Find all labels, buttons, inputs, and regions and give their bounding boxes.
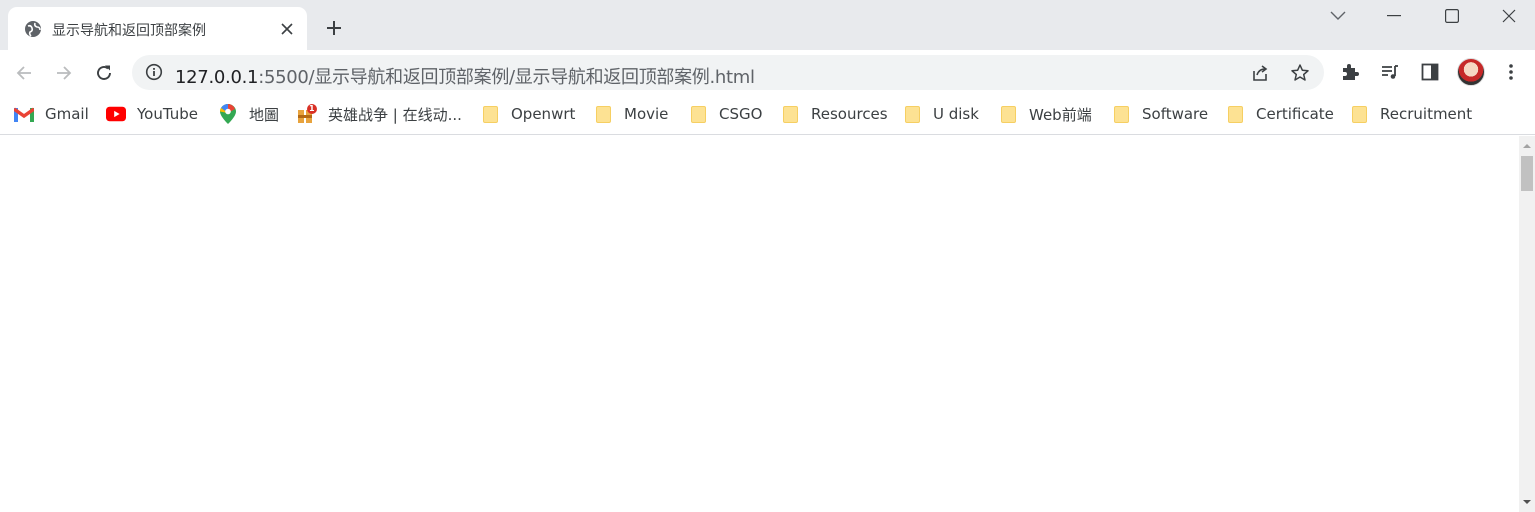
scroll-up-arrow-icon[interactable] [1523,142,1531,150]
bookmark-label: 地圖 [249,105,280,124]
address-bar[interactable]: 127.0.0.1:5500/显示导航和返回顶部案例/显示导航和返回顶部案例.h… [132,55,1324,90]
minimize-icon [1387,15,1401,17]
new-tab-button[interactable] [322,16,346,40]
chevron-down-icon [1330,11,1346,20]
tab-strip: 显示导航和返回顶部案例 [0,0,1535,50]
vertical-scrollbar[interactable] [1519,136,1535,512]
browser-tab[interactable]: 显示导航和返回顶部案例 [8,7,307,50]
minimize-button[interactable] [1384,6,1404,26]
plus-icon [327,21,341,35]
bookmark-label: Software [1142,105,1209,123]
tab-close-button[interactable] [278,20,296,38]
globe-icon [25,21,41,37]
bookmark-label: Web前端 [1029,105,1092,124]
bookmark-maps[interactable]: 地圖 [218,103,279,125]
tab-search-button[interactable] [1328,6,1348,26]
folder-icon [1111,105,1131,123]
bookmark-folder-csgo[interactable]: CSGO [688,103,762,125]
close-icon [281,23,293,35]
side-panel-icon [1421,63,1439,81]
bookmark-folder-web[interactable]: Web前端 [998,103,1092,125]
notification-badge: 1 [309,104,315,113]
folder-icon [1349,105,1369,123]
bookmark-label: U disk [933,105,979,123]
bookmark-label: YouTube [137,105,198,123]
bookmark-folder-certificate[interactable]: Certificate [1225,103,1334,125]
star-icon[interactable] [1290,63,1310,83]
close-icon [1502,9,1516,23]
puzzle-icon [1343,64,1359,80]
bookmark-game[interactable]: 1 英雄战争 | 在线动... [297,103,462,125]
menu-button[interactable] [1500,61,1522,83]
bookmark-youtube[interactable]: YouTube [106,103,198,125]
bookmark-label: 英雄战争 | 在线动... [328,105,462,124]
reload-button[interactable] [92,61,116,85]
bookmark-folder-resources[interactable]: Resources [780,103,888,125]
arrow-left-icon [16,66,31,80]
bookmark-gmail[interactable]: Gmail [14,103,89,125]
reload-icon [97,65,111,80]
game-icon: 1 [297,104,317,123]
url-path: :5500/显示导航和返回顶部案例/显示导航和返回顶部案例.html [258,67,755,88]
maps-icon [218,104,238,124]
share-icon[interactable] [1250,63,1270,83]
bookmark-label: Gmail [45,105,89,123]
url-text[interactable]: 127.0.0.1:5500/显示导航和返回顶部案例/显示导航和返回顶部案例.h… [175,63,755,89]
bookmark-folder-movie[interactable]: Movie [593,103,668,125]
gmail-icon [14,105,34,123]
bookmark-label: Openwrt [511,105,576,123]
bookmark-label: Movie [624,105,669,123]
info-icon[interactable] [145,63,163,81]
bookmark-folder-software[interactable]: Software [1111,103,1208,125]
more-vert-icon [1509,64,1513,80]
bookmark-folder-recruitment[interactable]: Recruitment [1349,103,1472,125]
tab-title: 显示导航和返回顶部案例 [52,23,206,39]
bookmarks-bar: Gmail YouTube 地圖 1 英雄战争 | 在线动... Openwrt… [0,96,1535,135]
folder-icon [902,105,922,123]
bookmark-label: Recruitment [1380,105,1473,123]
bookmark-label: CSGO [719,105,763,123]
folder-icon [780,105,800,123]
folder-icon [480,105,500,123]
bookmark-folder-udisk[interactable]: U disk [902,103,979,125]
page-viewport [0,136,1519,512]
scrollbar-thumb[interactable] [1521,156,1533,191]
folder-icon [1225,105,1245,123]
arrow-right-icon [57,66,72,80]
bookmark-label: Certificate [1256,105,1334,123]
maximize-button[interactable] [1442,6,1462,26]
folder-icon [593,105,613,123]
avatar[interactable] [1457,58,1485,86]
toolbar: 127.0.0.1:5500/显示导航和返回顶部案例/显示导航和返回顶部案例.h… [0,50,1535,96]
maximize-icon [1445,9,1459,23]
bookmark-folder-openwrt[interactable]: Openwrt [480,103,575,125]
scroll-down-arrow-icon[interactable] [1523,498,1531,506]
forward-button[interactable] [52,61,76,85]
back-button[interactable] [12,61,36,85]
media-button[interactable] [1379,61,1401,83]
extensions-button[interactable] [1339,61,1361,83]
playlist-icon [1382,65,1398,79]
bookmark-label: Resources [811,105,888,123]
folder-icon [998,105,1018,123]
side-panel-button[interactable] [1419,61,1441,83]
window-close-button[interactable] [1499,6,1519,26]
url-host: 127.0.0.1 [175,67,259,88]
youtube-icon [106,105,126,123]
folder-icon [688,105,708,123]
